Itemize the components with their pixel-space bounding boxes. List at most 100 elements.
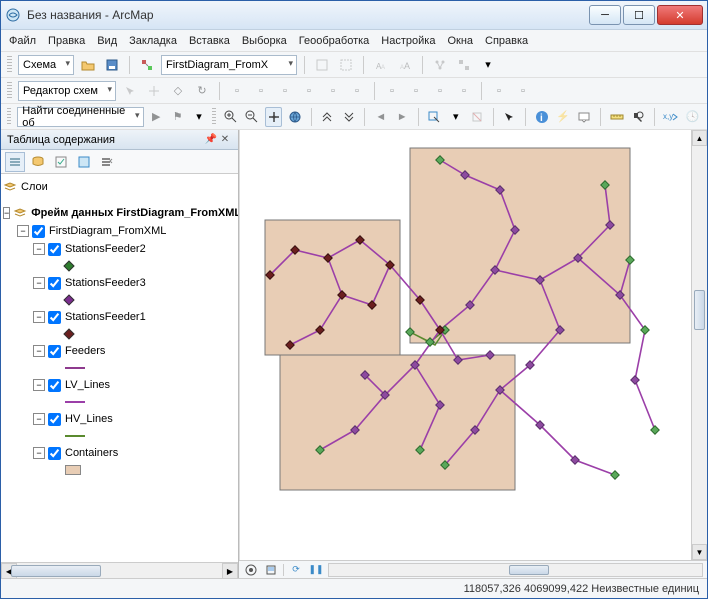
- menu-insert[interactable]: Вставка: [189, 35, 230, 47]
- collapse-icon[interactable]: −: [33, 345, 45, 357]
- layer-visibility-checkbox[interactable]: [48, 277, 61, 290]
- tool-b-icon[interactable]: ▫: [251, 81, 271, 101]
- tool-d-icon[interactable]: ▫: [299, 81, 319, 101]
- toolbar-grip[interactable]: [7, 82, 12, 100]
- zoom-in-icon[interactable]: [222, 107, 239, 127]
- reconnect-icon[interactable]: ▫: [513, 81, 533, 101]
- layer-visibility-checkbox[interactable]: [48, 413, 61, 426]
- scrollbar-thumb[interactable]: [509, 565, 549, 575]
- edit-vertex-icon[interactable]: ◇: [168, 81, 188, 101]
- menu-geoprocessing[interactable]: Геообработка: [299, 35, 370, 47]
- select-features-icon[interactable]: [426, 107, 443, 127]
- align-right-icon[interactable]: ▫: [430, 81, 450, 101]
- edit-rotate-icon[interactable]: ↻: [192, 81, 212, 101]
- layout-task-icon[interactable]: [454, 55, 474, 75]
- select-dropdown-icon[interactable]: ▾: [447, 107, 464, 127]
- tool-a-icon[interactable]: ▫: [227, 81, 247, 101]
- collapse-icon[interactable]: −: [33, 277, 45, 289]
- menu-help[interactable]: Справка: [485, 35, 528, 47]
- pause-draw-icon[interactable]: ❚❚: [308, 562, 324, 578]
- layout-view-icon[interactable]: [263, 562, 279, 578]
- tool-c-icon[interactable]: ▫: [275, 81, 295, 101]
- edit-move-icon[interactable]: [144, 81, 164, 101]
- goto-xy-icon[interactable]: x,y: [662, 107, 680, 127]
- maximize-button[interactable]: ☐: [623, 5, 655, 25]
- fixed-zoomout-icon[interactable]: [340, 107, 357, 127]
- toc-list-by-selection-icon[interactable]: [74, 152, 94, 172]
- layout-dropdown-icon[interactable]: ▾: [478, 55, 498, 75]
- trace-flag-icon[interactable]: ⚑: [169, 107, 186, 127]
- full-extent-icon[interactable]: [286, 107, 303, 127]
- toolbar-grip[interactable]: [7, 108, 11, 126]
- increase-symbol-icon[interactable]: AA: [395, 55, 415, 75]
- tree-layer[interactable]: −Containers: [3, 444, 236, 462]
- fixed-zoomin-icon[interactable]: [318, 107, 335, 127]
- menu-bookmark[interactable]: Закладка: [129, 35, 177, 47]
- data-view-icon[interactable]: [243, 562, 259, 578]
- collapse-icon[interactable]: −: [3, 207, 10, 219]
- next-extent-icon[interactable]: ►: [393, 107, 410, 127]
- toolbar-grip[interactable]: [7, 56, 12, 74]
- html-popup-icon[interactable]: [576, 107, 593, 127]
- layout-tree-icon[interactable]: [430, 55, 450, 75]
- measure-icon[interactable]: [608, 107, 625, 127]
- align-left-icon[interactable]: ▫: [382, 81, 402, 101]
- map-canvas[interactable]: ▲ ▼: [239, 130, 707, 560]
- layer-visibility-checkbox[interactable]: [48, 243, 61, 256]
- hyperlink-icon[interactable]: ⚡: [554, 107, 571, 127]
- layer-visibility-checkbox[interactable]: [48, 345, 61, 358]
- refresh-icon[interactable]: ⟳: [288, 562, 304, 578]
- menu-file[interactable]: Файл: [9, 35, 36, 47]
- collapse-icon[interactable]: −: [17, 225, 29, 237]
- tree-layers-root[interactable]: Слои: [3, 178, 236, 196]
- toc-horizontal-scrollbar[interactable]: ◀ ▶: [1, 562, 238, 578]
- toc-options-icon[interactable]: [97, 152, 117, 172]
- collapse-icon[interactable]: −: [33, 447, 45, 459]
- menu-windows[interactable]: Окна: [447, 35, 473, 47]
- trace-combo[interactable]: Найти соединенные об: [17, 107, 143, 127]
- menu-view[interactable]: Вид: [97, 35, 117, 47]
- edit-select-icon[interactable]: [120, 81, 140, 101]
- layer-visibility-checkbox[interactable]: [48, 447, 61, 460]
- close-button[interactable]: ✕: [657, 5, 703, 25]
- collapse-icon[interactable]: −: [33, 379, 45, 391]
- layer-visibility-checkbox[interactable]: [32, 225, 45, 238]
- collapse-icon[interactable]: −: [33, 243, 45, 255]
- layer-visibility-checkbox[interactable]: [48, 379, 61, 392]
- distribute-icon[interactable]: ▫: [454, 81, 474, 101]
- prev-extent-icon[interactable]: ◄: [372, 107, 389, 127]
- tool-f-icon[interactable]: ▫: [347, 81, 367, 101]
- clear-selection-icon[interactable]: [469, 107, 486, 127]
- scroll-right-icon[interactable]: ▶: [222, 563, 238, 578]
- pan-icon[interactable]: [265, 107, 282, 127]
- tree-layer[interactable]: −HV_Lines: [3, 410, 236, 428]
- toolbar-grip[interactable]: [212, 108, 216, 126]
- scrollbar-thumb[interactable]: [11, 565, 101, 577]
- select-elements-icon[interactable]: [501, 107, 518, 127]
- minimize-button[interactable]: ─: [589, 5, 621, 25]
- diagram-combo[interactable]: FirstDiagram_FromX: [161, 55, 297, 75]
- tree-layer[interactable]: −Feeders: [3, 342, 236, 360]
- editor-dropdown[interactable]: Редактор схем: [18, 81, 116, 101]
- find-icon[interactable]: [629, 107, 646, 127]
- remove-icon[interactable]: ▫: [489, 81, 509, 101]
- tree-layer[interactable]: −StationsFeeder3: [3, 274, 236, 292]
- tree-layer[interactable]: −StationsFeeder2: [3, 240, 236, 258]
- diagram-generate-icon[interactable]: [137, 55, 157, 75]
- tree-dataframe[interactable]: − Фрейм данных FirstDiagram_FromXML: [3, 204, 236, 222]
- align-center-icon[interactable]: ▫: [406, 81, 426, 101]
- trace-run-icon[interactable]: ▶: [148, 107, 165, 127]
- open-folder-icon[interactable]: [78, 55, 98, 75]
- zoom-out-icon[interactable]: [243, 107, 260, 127]
- save-diagram-icon[interactable]: [102, 55, 122, 75]
- tree-layer[interactable]: −LV_Lines: [3, 376, 236, 394]
- toc-list-by-visibility-icon[interactable]: [51, 152, 71, 172]
- scroll-down-icon[interactable]: ▼: [692, 544, 707, 560]
- decrease-symbol-icon[interactable]: AA: [371, 55, 391, 75]
- map-horizontal-scrollbar[interactable]: [328, 563, 703, 577]
- toc-list-by-drawing-order-icon[interactable]: [5, 152, 25, 172]
- trace-options-icon[interactable]: ▾: [190, 107, 207, 127]
- scroll-up-icon[interactable]: ▲: [692, 130, 707, 146]
- scrollbar-thumb[interactable]: [694, 290, 705, 330]
- pin-icon[interactable]: 📌: [204, 133, 218, 147]
